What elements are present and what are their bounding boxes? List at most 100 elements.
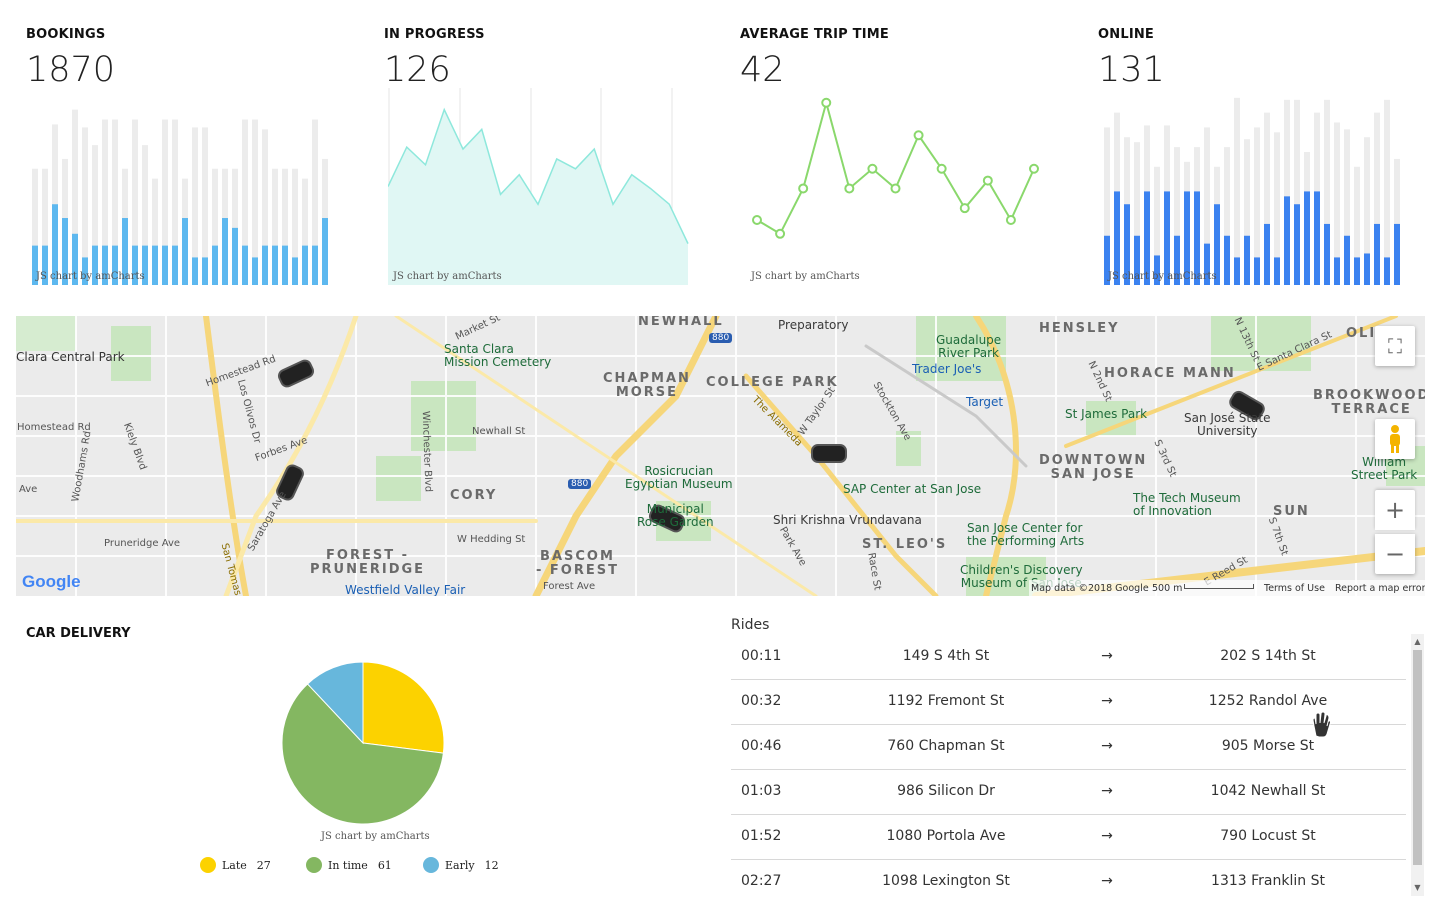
google-logo: Google (22, 572, 81, 591)
bar (222, 218, 228, 285)
map-data-credit: Map data ©2018 Google (1031, 583, 1149, 594)
map-label: BASCOM - FOREST (536, 549, 619, 578)
bar (1344, 235, 1350, 285)
scroll-thumb[interactable] (1413, 650, 1422, 865)
table-row[interactable]: 00:46 760 Chapman St → 905 Morse St (731, 724, 1406, 770)
in-progress-area-chart: JS chart by amCharts (388, 88, 689, 285)
table-row[interactable]: 01:52 1080 Portola Ave → 790 Locust St (731, 814, 1406, 860)
bar (1364, 253, 1370, 285)
rides-scrollbar[interactable]: ▲ ▼ (1411, 634, 1424, 896)
chart-credit: JS chart by amCharts (392, 271, 502, 282)
map-label: NEWHALL (638, 316, 724, 329)
kpi-title: AVERAGE TRIP TIME (740, 27, 889, 42)
bar (1264, 223, 1270, 285)
bar (212, 245, 218, 285)
table-row[interactable]: 02:27 1098 Lexington St → 1313 Franklin St (731, 859, 1406, 896)
legend-label: Late (222, 858, 247, 872)
map-label: Santa Clara Mission Cemetery (444, 342, 552, 369)
legend-marker (423, 857, 439, 873)
map-label: The Tech Museum of Innovation (1133, 491, 1241, 518)
ride-arrow: → (1101, 828, 1113, 844)
terms-of-use-link[interactable]: Terms of Use (1264, 583, 1325, 594)
kpi-value: 131 (1098, 50, 1165, 90)
data-point (775, 228, 786, 239)
map-label: CHAPMAN MORSE (603, 371, 691, 400)
kpi-value: 126 (384, 50, 451, 90)
chart-credit: JS chart by amCharts (321, 831, 430, 842)
bar (1244, 235, 1250, 285)
street-label: Newhall St (472, 426, 526, 437)
street-label: Pruneridge Ave (104, 538, 181, 549)
bar (1384, 257, 1390, 285)
street-label: W Hedding St (457, 534, 526, 545)
ride-to: 1042 Newhall St (1210, 783, 1326, 799)
map-label: FOREST - PRUNERIDGE (310, 548, 426, 577)
ride-time: 01:03 (741, 783, 782, 799)
map[interactable]: Clara Central Park Santa Clara Mission C… (16, 316, 1425, 596)
map-label: SAP Center at San Jose (843, 482, 982, 496)
data-point (890, 183, 901, 194)
report-map-error-link[interactable]: Report a map error (1335, 583, 1425, 594)
kpi-title: BOOKINGS (26, 27, 106, 42)
bar (182, 218, 188, 285)
zoom-in-button[interactable]: + (1375, 490, 1415, 530)
legend-item[interactable]: Early 12 (423, 857, 499, 873)
legend-item[interactable]: In time 61 (306, 857, 392, 873)
ride-arrow: → (1101, 648, 1113, 664)
data-point (959, 203, 970, 214)
ride-from: 986 Silicon Dr (897, 783, 995, 799)
ride-to: 1313 Franklin St (1211, 873, 1325, 889)
ride-to: 1252 Randol Ave (1208, 693, 1328, 709)
bookings-bar-chart: JS chart by amCharts (32, 109, 328, 286)
map-label: ST. LEO'S (862, 537, 948, 552)
street-view-pegman-icon[interactable] (1375, 419, 1415, 459)
legend-item[interactable]: Late 27 (200, 857, 271, 873)
legend-value: 12 (484, 858, 499, 872)
ride-time: 02:27 (741, 873, 782, 889)
bar (202, 257, 208, 285)
bar (1334, 257, 1340, 285)
car-delivery-pie-chart (281, 661, 445, 825)
bar (192, 257, 198, 285)
chart-credit: JS chart by amCharts (35, 271, 145, 282)
chart-credit: JS chart by amCharts (750, 271, 860, 282)
series-line (756, 98, 1035, 236)
map-label: DOWNTOWN SAN JOSE (1039, 453, 1148, 482)
ride-from: 1098 Lexington St (882, 873, 1010, 889)
table-row[interactable]: 00:32 1192 Fremont St → 1252 Randol Ave (731, 679, 1406, 725)
map-label: COLLEGE PARK (706, 375, 839, 390)
ride-from: 1192 Fremont St (887, 693, 1005, 709)
data-point (1029, 163, 1039, 174)
scroll-down-icon[interactable]: ▼ (1411, 882, 1424, 894)
table-row[interactable]: 00:11 149 S 4th St → 202 S 14th St (731, 634, 1406, 680)
fullscreen-button[interactable]: ⛶ (1375, 326, 1415, 366)
bar (322, 218, 328, 285)
car-marker[interactable] (811, 444, 847, 463)
ride-from: 760 Chapman St (887, 738, 1005, 754)
legend-value: 61 (377, 858, 392, 872)
scroll-up-icon[interactable]: ▲ (1411, 636, 1424, 648)
bar (252, 257, 258, 285)
online-bar-chart: JS chart by amCharts (1104, 97, 1400, 286)
data-point (913, 130, 924, 141)
map-scale-bar (1184, 584, 1254, 589)
map-label: HENSLEY (1039, 321, 1120, 336)
map-label: San Jose Center for the Performing Arts (967, 521, 1085, 548)
kpi-title: IN PROGRESS (384, 27, 485, 42)
bar (1394, 223, 1400, 285)
zoom-out-button[interactable]: − (1375, 534, 1415, 574)
map-label: HORACE MANN (1104, 366, 1236, 381)
table-row[interactable]: 01:03 986 Silicon Dr → 1042 Newhall St (731, 769, 1406, 815)
street-label: Forest Ave (543, 581, 596, 592)
ride-to: 202 S 14th St (1220, 648, 1316, 664)
data-point (982, 175, 993, 186)
bar (232, 227, 238, 285)
data-point (936, 163, 947, 174)
data-point (867, 163, 878, 174)
map-label: Target (966, 395, 1004, 409)
highway-shield-880: 880 (709, 333, 733, 343)
ride-time: 00:46 (741, 738, 782, 754)
bar (242, 245, 248, 285)
rides-table[interactable]: 00:11 149 S 4th St → 202 S 14th St 00:32 1192… (731, 634, 1425, 896)
ride-from: 149 S 4th St (902, 648, 990, 664)
